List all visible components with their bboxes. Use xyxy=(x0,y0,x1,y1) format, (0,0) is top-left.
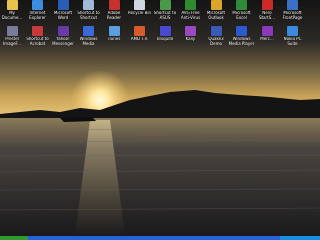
media-player-icon xyxy=(236,26,247,36)
outlook-icon xyxy=(210,0,222,10)
desktop-icon-label: Uniquite xyxy=(156,37,174,41)
taskbar xyxy=(0,236,320,240)
desktop-icon-label: Recycle Bin xyxy=(127,11,152,15)
frontpage-icon xyxy=(287,0,298,10)
desktop-icon[interactable]: Windows Media Player xyxy=(229,26,255,50)
desktop-icon[interactable]: Uniquite xyxy=(152,26,178,50)
recycle-bin-icon xyxy=(134,0,145,10)
desktop-icon[interactable]: AMD T.V. xyxy=(127,26,153,50)
media-icon xyxy=(83,26,94,36)
desktop[interactable]: My Docume... Internet Explorer Microsoft W… xyxy=(0,0,320,240)
folder-icon xyxy=(6,0,18,10)
desktop-icon[interactable]: Nokia PC Suite xyxy=(280,26,306,50)
excel-icon xyxy=(236,0,247,10)
browser-icon xyxy=(32,0,43,10)
desktop-icon[interactable]: Prestel ImageF... xyxy=(0,26,25,50)
desktop-icon-label: Windows Media xyxy=(79,37,98,46)
desktop-icon-label: Merc... xyxy=(260,37,274,41)
nero-icon xyxy=(261,0,273,10)
desktop-icon[interactable]: Microsoft Word xyxy=(50,0,76,24)
app-icon xyxy=(261,26,273,36)
desktop-icon-label: Yahoo! Messenger xyxy=(52,37,74,46)
desktop-icon[interactable]: iTunes xyxy=(101,26,127,50)
desktop-icon-label: Shortcut to Shortcut xyxy=(77,11,100,20)
game-icon xyxy=(210,26,222,36)
word-icon xyxy=(57,0,69,10)
desktop-icon-label: Nokia PC Suite xyxy=(283,37,302,46)
desktop-icon-label: Microsoft Excel xyxy=(232,11,251,20)
desktop-icon-label: Microsoft Outlook xyxy=(206,11,226,20)
desktop-icon[interactable]: Yahoo! Messenger xyxy=(50,26,76,50)
desktop-icon[interactable]: Microsoft Excel xyxy=(229,0,255,24)
app-icon xyxy=(185,26,196,36)
desktop-icon[interactable]: Nero StartS... xyxy=(254,0,280,24)
desktop-icon[interactable]: Quake3 Demo xyxy=(203,26,229,50)
pdf-icon xyxy=(108,0,120,10)
tv-icon xyxy=(134,26,145,36)
desktop-icon[interactable]: Shortcut to ASUS xyxy=(152,0,178,24)
desktop-icon[interactable]: Recycle Bin xyxy=(127,0,153,24)
desktop-icon-label: AVG Free Anti-Virus xyxy=(180,11,201,20)
desktop-icon[interactable]: Shortcut to Acrobat xyxy=(25,26,51,50)
messenger-icon xyxy=(57,26,69,36)
desktop-icon[interactable]: Windows Media xyxy=(76,26,102,50)
desktop-icon-label: Shortcut to ASUS xyxy=(153,11,177,20)
desktop-icon-label: AMD T.V. xyxy=(130,37,149,41)
desktop-icon[interactable]: Merc... xyxy=(254,26,280,50)
desktop-icon-label: Prestel ImageF... xyxy=(3,37,21,46)
desktop-icon[interactable]: Shortcut to Shortcut xyxy=(76,0,102,24)
desktop-icon-label: Kanji xyxy=(185,37,196,41)
desktop-icon[interactable]: Adobe Reader xyxy=(101,0,127,24)
desktop-icon-label: Internet Explorer xyxy=(29,11,46,20)
phone-icon xyxy=(287,26,298,36)
antivirus-icon xyxy=(185,0,196,10)
desktop-icon-label: Quake3 Demo xyxy=(208,37,224,46)
desktop-icon-label: Windows Media Player xyxy=(228,37,255,46)
desktop-icon-label: Nero StartS... xyxy=(258,11,276,20)
system-tray[interactable] xyxy=(280,236,320,240)
start-button[interactable] xyxy=(0,236,28,240)
desktop-icon-label: Adobe Reader xyxy=(106,11,122,20)
desktop-icon[interactable]: Internet Explorer xyxy=(25,0,51,24)
desktop-icon-label: Shortcut to Acrobat xyxy=(26,37,49,46)
app-icon xyxy=(159,26,171,36)
desktop-icon[interactable]: Microsoft FrontPage xyxy=(280,0,306,24)
acrobat-icon xyxy=(32,26,43,36)
image-icon xyxy=(6,26,18,36)
desktop-icon-label: Microsoft FrontPage xyxy=(282,11,303,20)
itunes-icon xyxy=(108,26,120,36)
desktop-icon-label: Microsoft Word xyxy=(53,11,73,20)
desktop-icon-label: iTunes xyxy=(107,37,121,41)
desktop-icon[interactable]: Kanji xyxy=(178,26,204,50)
desktop-icon[interactable]: My Docume... xyxy=(0,0,25,24)
desktop-icon[interactable]: Microsoft Outlook xyxy=(203,0,229,24)
shortcut-icon xyxy=(83,0,94,10)
shortcut-icon xyxy=(159,0,171,10)
desktop-icon-label: My Docume... xyxy=(1,11,23,20)
desktop-icon[interactable]: AVG Free Anti-Virus xyxy=(178,0,204,24)
